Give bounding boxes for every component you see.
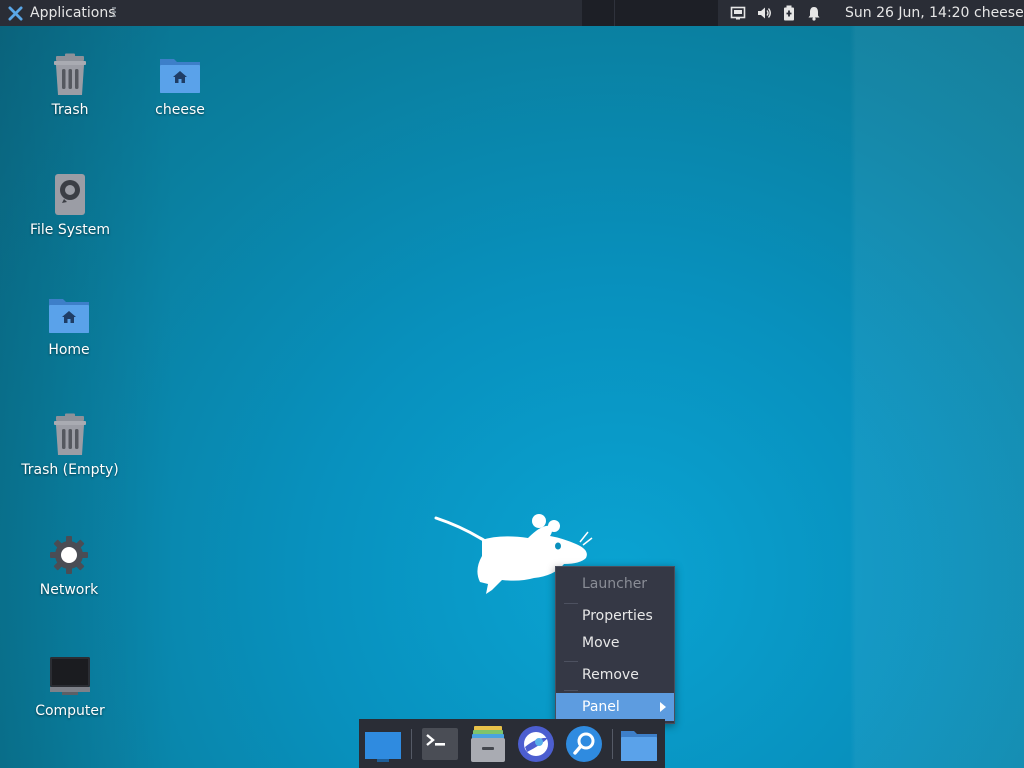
file-manager-button[interactable] (469, 725, 507, 763)
menu-separator (564, 690, 578, 691)
notifications-bell-icon[interactable] (806, 5, 822, 21)
desktop-icon-computer[interactable]: Computer (15, 654, 125, 720)
desktop-icon-cheese[interactable]: cheese (125, 53, 235, 119)
applications-menu-button[interactable]: Applications (4, 0, 120, 26)
desktop-icon-trash-empty[interactable]: Trash (Empty) (15, 413, 125, 479)
app-finder-button[interactable] (565, 725, 603, 763)
menu-item-panel-label: Panel (582, 699, 620, 715)
home-folder-icon (160, 59, 200, 93)
terminal-button[interactable] (421, 725, 459, 763)
clock[interactable]: Sun 26 Jun, 14:20 (845, 0, 969, 26)
system-tray (730, 0, 822, 26)
user-menu[interactable]: cheese (974, 0, 1024, 26)
desktop-icon-label: Trash (Empty) (21, 462, 119, 478)
desktop-icon-label: File System (29, 222, 111, 238)
submenu-arrow-icon (660, 702, 666, 712)
computer-icon (50, 657, 90, 695)
menu-item-remove[interactable]: Remove (556, 661, 674, 689)
workspace-switcher[interactable] (582, 0, 718, 26)
show-desktop-icon (365, 732, 401, 762)
menu-item-properties[interactable]: Properties (556, 602, 674, 630)
folder-icon (621, 731, 657, 761)
battery-icon[interactable] (782, 5, 796, 21)
menu-item-panel[interactable]: Panel (556, 693, 674, 721)
home-folder-icon (49, 299, 89, 333)
network-icon (50, 536, 88, 574)
top-panel: Applications Sun 26 Jun, 14:20 cheese (0, 0, 1024, 26)
trash-icon (54, 53, 86, 95)
trash-icon (54, 413, 86, 455)
desktop-icon-file-system[interactable]: File System (15, 173, 125, 239)
menu-item-move[interactable]: Move (556, 629, 674, 657)
app-finder-icon (566, 726, 602, 762)
dock-separator (411, 729, 412, 759)
desktop-icon-label: Network (39, 582, 99, 598)
show-desktop-button[interactable] (364, 725, 402, 763)
drive-icon (55, 174, 85, 215)
desktop-icon-trash[interactable]: Trash (15, 53, 125, 119)
web-browser-icon (518, 726, 554, 762)
desktop-icon-label: cheese (155, 102, 205, 118)
menu-header-launcher: Launcher (582, 576, 648, 592)
web-browser-button[interactable] (517, 725, 555, 763)
desktop-icon-label: Home (48, 342, 90, 358)
network-status-icon[interactable] (730, 5, 746, 21)
xfce-logo-icon (8, 5, 23, 21)
dock-separator (612, 729, 613, 759)
panel-handle[interactable] (112, 7, 116, 19)
applications-label: Applications (30, 5, 116, 21)
desktop-icon-label: Trash (51, 102, 89, 118)
terminal-icon (422, 728, 458, 760)
desktop-icon-home[interactable]: Home (14, 293, 124, 359)
folder-button[interactable] (620, 725, 658, 763)
desktop-icon-label: Computer (35, 703, 105, 719)
bottom-dock (359, 719, 665, 768)
desktop-icon-network[interactable]: Network (14, 533, 124, 599)
volume-icon[interactable] (756, 5, 772, 21)
panel-context-menu: Launcher Properties Move Remove Panel (555, 566, 675, 724)
file-manager-icon (471, 726, 505, 762)
